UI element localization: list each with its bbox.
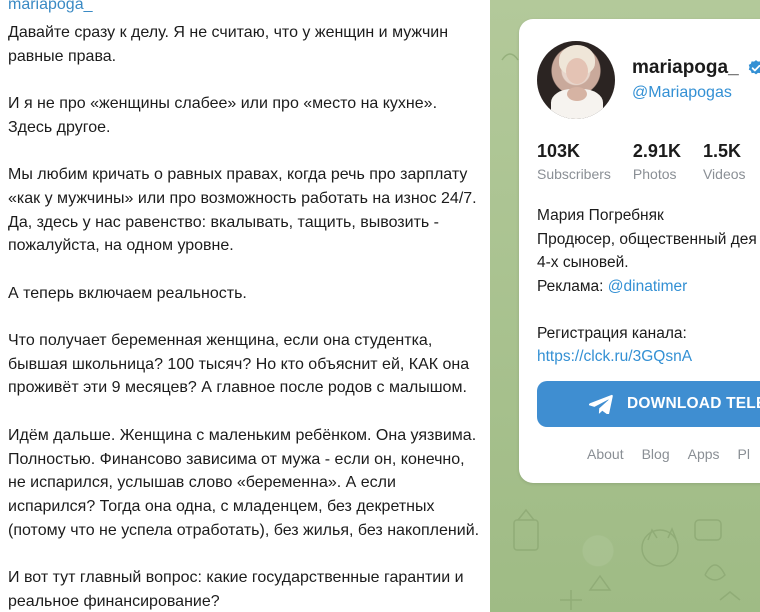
post-paragraph: Что получает беременная женщина, если он… (8, 332, 470, 397)
footer-link-blog[interactable]: Blog (642, 446, 670, 462)
download-telegram-button[interactable]: DOWNLOAD TELEG (537, 381, 760, 427)
channel-title: mariapoga_ (632, 57, 760, 79)
stat-subscribers: 103K Subscribers (537, 141, 611, 182)
stat-value: 2.91K (632, 141, 681, 161)
footer-links: About Blog Apps Pl (587, 446, 750, 462)
stat-photos: 2.91K Photos (633, 141, 681, 182)
post-paragraph: Мы любим кричать о равных правах, когда … (8, 166, 477, 255)
reg-label: Регистрация канала: (537, 324, 687, 342)
download-label: DOWNLOAD TELEG (627, 395, 760, 412)
stat-videos: 1.5K Videos (703, 141, 746, 182)
post-paragraph: И я не про «женщины слабее» или про «мес… (8, 95, 438, 136)
verified-icon (748, 60, 760, 75)
stat-label: Photos (632, 166, 677, 182)
desc-ad-line: Реклама: @dinatimer (537, 275, 757, 299)
channel-name-text: mariapoga_ (632, 57, 739, 78)
ad-link[interactable]: @dinatimer (608, 278, 687, 295)
desc-name: Мария Погребняк (537, 207, 664, 224)
post-panel: mariapoga_ Давайте сразу к делу. Я не сч… (0, 0, 490, 612)
footer-link-platform[interactable]: Pl (738, 446, 750, 462)
post-paragraph: И вот тут главный вопрос: какие государс… (8, 569, 464, 610)
channel-stats: 103K Subscribers 2.91K Photos 1.5K Video… (537, 141, 760, 182)
stat-label: Subscribers (537, 166, 611, 182)
footer-link-about[interactable]: About (587, 446, 624, 462)
footer-link-apps[interactable]: Apps (688, 446, 720, 462)
stat-label: Videos (702, 166, 746, 182)
channel-card: mariapoga_ @Mariapogas 103K Subscribers … (519, 19, 760, 483)
post-paragraph: Идём дальше. Женщина с маленьким ребёнко… (8, 426, 480, 539)
stat-value: 1.5K (702, 141, 741, 161)
channel-description: Мария Погребняк Продюсер, общественный д… (537, 204, 757, 369)
stat-value: 103K (537, 141, 581, 161)
post-paragraph: А теперь включаем реальность. (8, 284, 247, 302)
reg-link[interactable]: https://clck.ru/3GQsnA (537, 345, 757, 369)
channel-avatar[interactable] (537, 41, 615, 119)
post-paragraph: Давайте сразу к делу. Я не считаю, что у… (8, 24, 449, 65)
ad-label: Реклама: (537, 277, 608, 295)
desc-line: Продюсер, общественный дея (537, 230, 757, 248)
post-text: Давайте сразу к делу. Я не считаю, что у… (8, 21, 480, 612)
post-author-link[interactable]: mariapoga_ (8, 0, 480, 14)
desc-line: 4-х сыновей. (537, 254, 629, 271)
telegram-plane-icon (589, 394, 613, 414)
channel-username[interactable]: @Mariapogas (632, 84, 732, 102)
